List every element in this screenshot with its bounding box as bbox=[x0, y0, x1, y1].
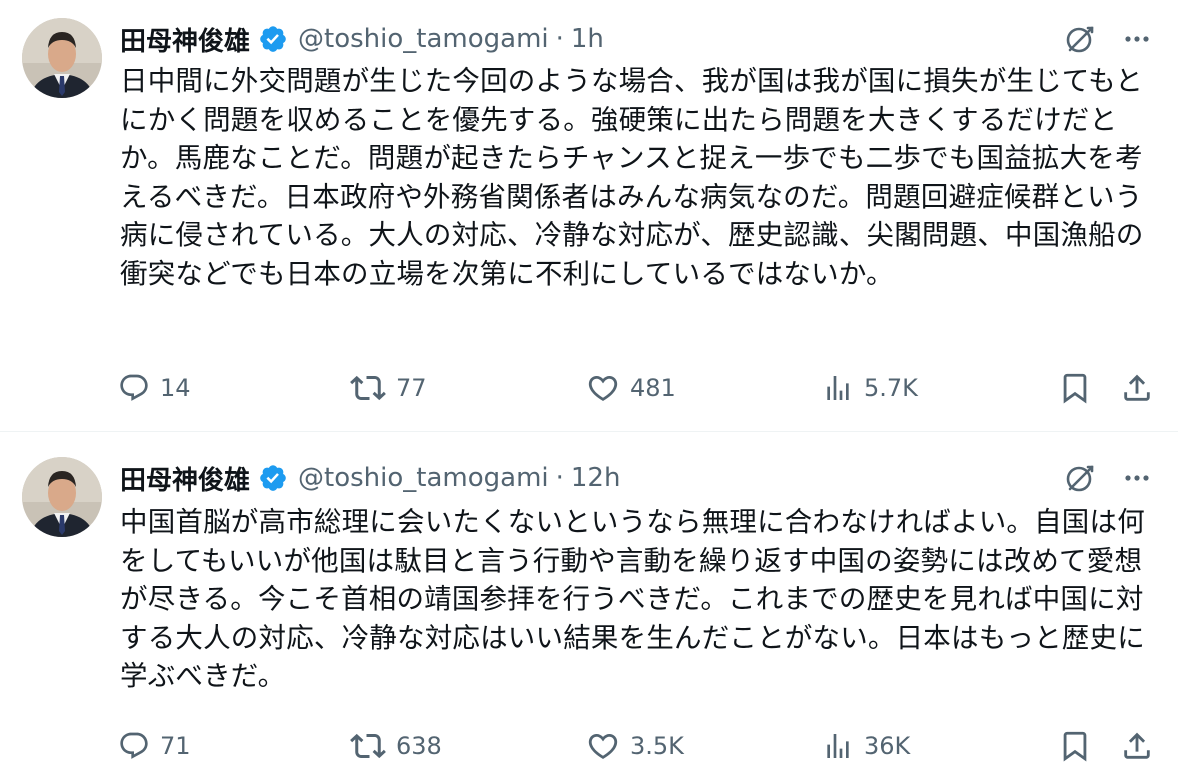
more-icon[interactable] bbox=[1122, 24, 1152, 54]
tweet-header: 田母神俊雄 @toshio_tamogami · 1h bbox=[120, 19, 604, 59]
grok-icon[interactable] bbox=[1062, 460, 1098, 496]
views-icon bbox=[822, 372, 854, 404]
separator-dot: · bbox=[555, 463, 564, 493]
like-button[interactable]: 481 bbox=[586, 368, 676, 408]
reply-count: 71 bbox=[160, 732, 191, 760]
reply-button[interactable]: 14 bbox=[118, 368, 191, 408]
share-button[interactable] bbox=[1120, 368, 1154, 408]
tweet[interactable]: 田母神俊雄 @toshio_tamogami · 1h 日中間に外交問題が生じた… bbox=[0, 0, 1178, 432]
repost-icon bbox=[350, 370, 386, 406]
author-handle[interactable]: @toshio_tamogami bbox=[298, 463, 549, 493]
tweet-actions: 14 77 481 5.7K bbox=[118, 368, 1158, 408]
repost-count: 638 bbox=[396, 732, 442, 760]
repost-button[interactable]: 77 bbox=[350, 368, 427, 408]
verified-badge-icon bbox=[258, 24, 288, 54]
tweet-actions: 71 638 3.5K 36K bbox=[118, 726, 1158, 766]
grok-icon[interactable] bbox=[1062, 21, 1098, 57]
avatar[interactable] bbox=[22, 457, 102, 537]
like-icon bbox=[586, 729, 620, 763]
author-name[interactable]: 田母神俊雄 bbox=[120, 460, 250, 497]
tweet-top-actions bbox=[1062, 19, 1152, 59]
tweet-text: 日中間に外交問題が生じた今回のような場合、我が国は我が国に損失が生じてもとにかく… bbox=[120, 65, 1144, 290]
views-icon bbox=[822, 730, 854, 762]
like-button[interactable]: 3.5K bbox=[586, 726, 684, 766]
like-icon bbox=[586, 371, 620, 405]
bookmark-button[interactable] bbox=[1058, 368, 1092, 408]
repost-button[interactable]: 638 bbox=[350, 726, 442, 766]
author-name[interactable]: 田母神俊雄 bbox=[120, 21, 250, 58]
verified-badge-icon bbox=[258, 463, 288, 493]
share-icon bbox=[1120, 729, 1154, 763]
repost-icon bbox=[350, 728, 386, 764]
views-count: 5.7K bbox=[864, 374, 918, 402]
bookmark-icon bbox=[1058, 729, 1092, 763]
reply-icon bbox=[118, 730, 150, 762]
more-icon[interactable] bbox=[1122, 463, 1152, 493]
tweet-top-actions bbox=[1062, 458, 1152, 498]
reply-icon bbox=[118, 372, 150, 404]
timestamp[interactable]: 12h bbox=[571, 463, 621, 493]
tweet-header: 田母神俊雄 @toshio_tamogami · 12h bbox=[120, 458, 620, 498]
tweet[interactable]: 田母神俊雄 @toshio_tamogami · 12h 中国首脳が高市総理に会… bbox=[0, 433, 1178, 774]
views-count: 36K bbox=[864, 732, 911, 760]
like-count: 3.5K bbox=[630, 732, 684, 760]
avatar[interactable] bbox=[22, 18, 102, 98]
author-handle[interactable]: @toshio_tamogami bbox=[298, 24, 549, 54]
timestamp[interactable]: 1h bbox=[571, 24, 604, 54]
views-button[interactable]: 36K bbox=[822, 726, 910, 766]
share-icon bbox=[1120, 371, 1154, 405]
reply-button[interactable]: 71 bbox=[118, 726, 191, 766]
reply-count: 14 bbox=[160, 374, 191, 402]
views-button[interactable]: 5.7K bbox=[822, 368, 918, 408]
share-button[interactable] bbox=[1120, 726, 1154, 766]
like-count: 481 bbox=[630, 374, 676, 402]
bookmark-button[interactable] bbox=[1058, 726, 1092, 766]
bookmark-icon bbox=[1058, 371, 1092, 405]
tweet-text: 中国首脳が高市総理に会いたくないというなら無理に合わなければよい。自国は何をして… bbox=[120, 506, 1145, 692]
separator-dot: · bbox=[555, 24, 564, 54]
repost-count: 77 bbox=[396, 374, 427, 402]
